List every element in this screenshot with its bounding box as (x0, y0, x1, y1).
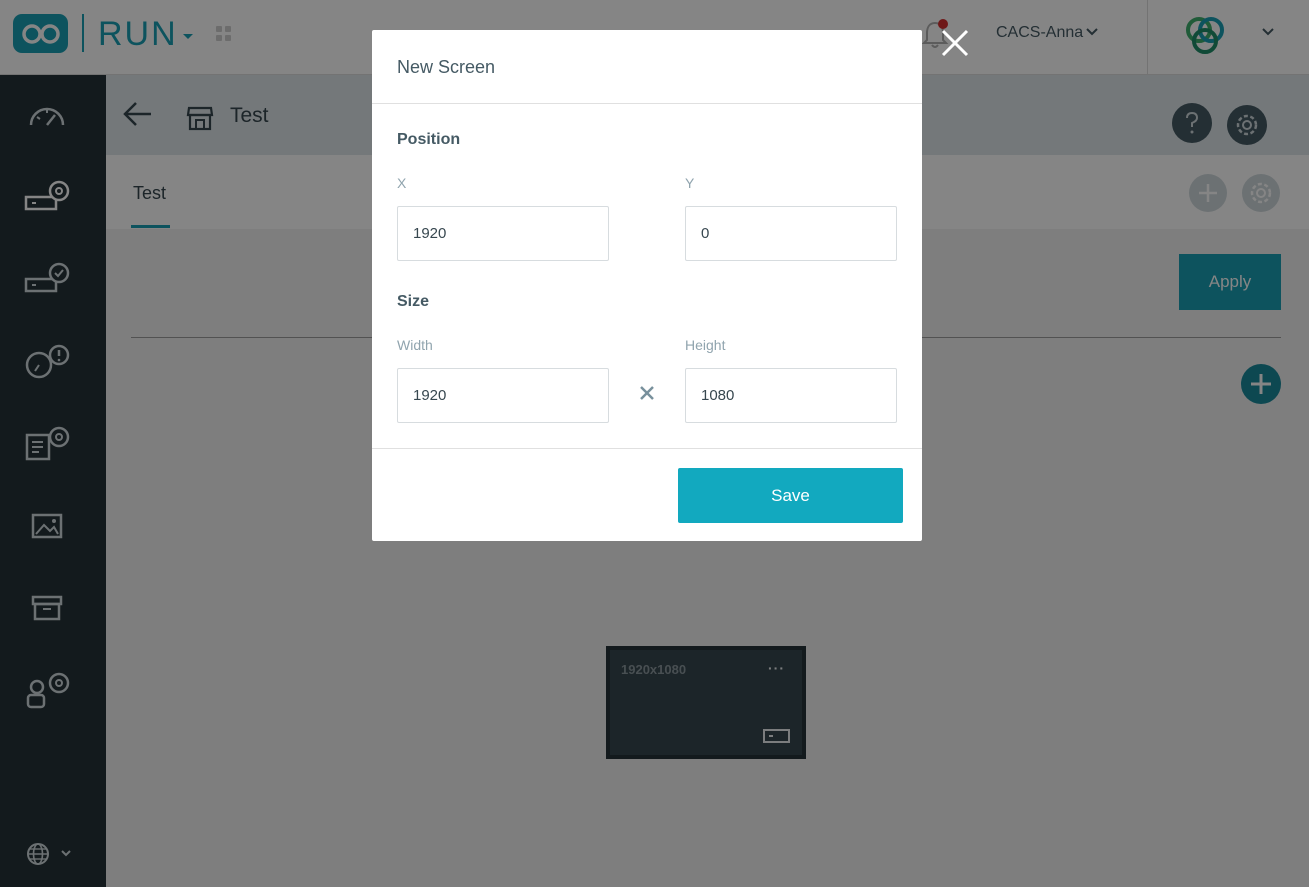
x-input[interactable] (397, 206, 609, 261)
height-label: Height (685, 337, 726, 353)
close-icon[interactable] (940, 28, 970, 58)
y-input[interactable] (685, 206, 897, 261)
new-screen-dialog: New Screen Position X Y Size Width Heigh… (372, 30, 922, 541)
dialog-title: New Screen (397, 57, 496, 77)
width-label: Width (397, 337, 433, 353)
size-section-title: Size (397, 293, 430, 310)
width-input[interactable] (397, 368, 609, 423)
position-section-title: Position (397, 131, 461, 148)
y-label: Y (685, 175, 695, 191)
x-label: X (397, 175, 407, 191)
save-button[interactable]: Save (678, 468, 903, 523)
height-input[interactable] (685, 368, 897, 423)
multiply-icon (640, 386, 654, 400)
dialog-footer-divider (372, 448, 922, 449)
dialog-header-divider (372, 103, 922, 104)
